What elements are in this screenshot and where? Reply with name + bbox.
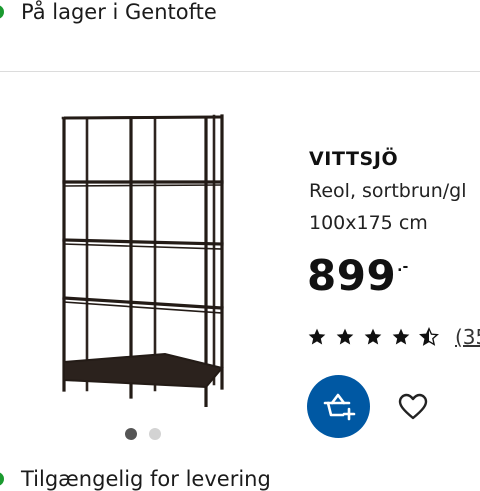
heart-outline-icon xyxy=(398,393,428,420)
carousel-dot-2[interactable] xyxy=(149,428,161,440)
in-stock-indicator-icon xyxy=(0,5,4,19)
carousel-dot-1[interactable] xyxy=(125,428,137,440)
price-suffix: .- xyxy=(397,259,409,275)
shopping-basket-plus-icon xyxy=(323,393,355,420)
available-indicator-icon xyxy=(0,472,4,486)
star-full-icon xyxy=(392,328,410,345)
section-divider xyxy=(0,71,480,72)
price-amount: 899 xyxy=(307,251,397,300)
store-stock-text: På lager i Gentofte xyxy=(21,0,217,24)
delivery-availability-status: Tilgængelig for levering xyxy=(0,467,271,491)
product-name[interactable]: VITTSJÖ xyxy=(309,148,398,170)
image-carousel-dots xyxy=(125,428,161,440)
star-full-icon xyxy=(336,328,354,345)
add-to-wishlist-button[interactable] xyxy=(396,391,430,423)
review-count-link[interactable]: (35 xyxy=(455,325,480,349)
star-full-icon xyxy=(364,328,382,345)
star-half-icon xyxy=(419,327,439,346)
product-size: 100x175 cm xyxy=(309,212,428,234)
add-to-cart-button[interactable] xyxy=(307,375,370,438)
store-stock-status: På lager i Gentofte xyxy=(0,0,217,30)
star-full-icon xyxy=(308,328,326,345)
product-price: 899 .- xyxy=(307,251,408,301)
product-description[interactable]: Reol, sortbrun/gl xyxy=(309,180,467,202)
delivery-availability-text: Tilgængelig for levering xyxy=(21,467,271,491)
product-rating[interactable]: (35 xyxy=(307,325,480,349)
product-image[interactable] xyxy=(55,112,235,407)
